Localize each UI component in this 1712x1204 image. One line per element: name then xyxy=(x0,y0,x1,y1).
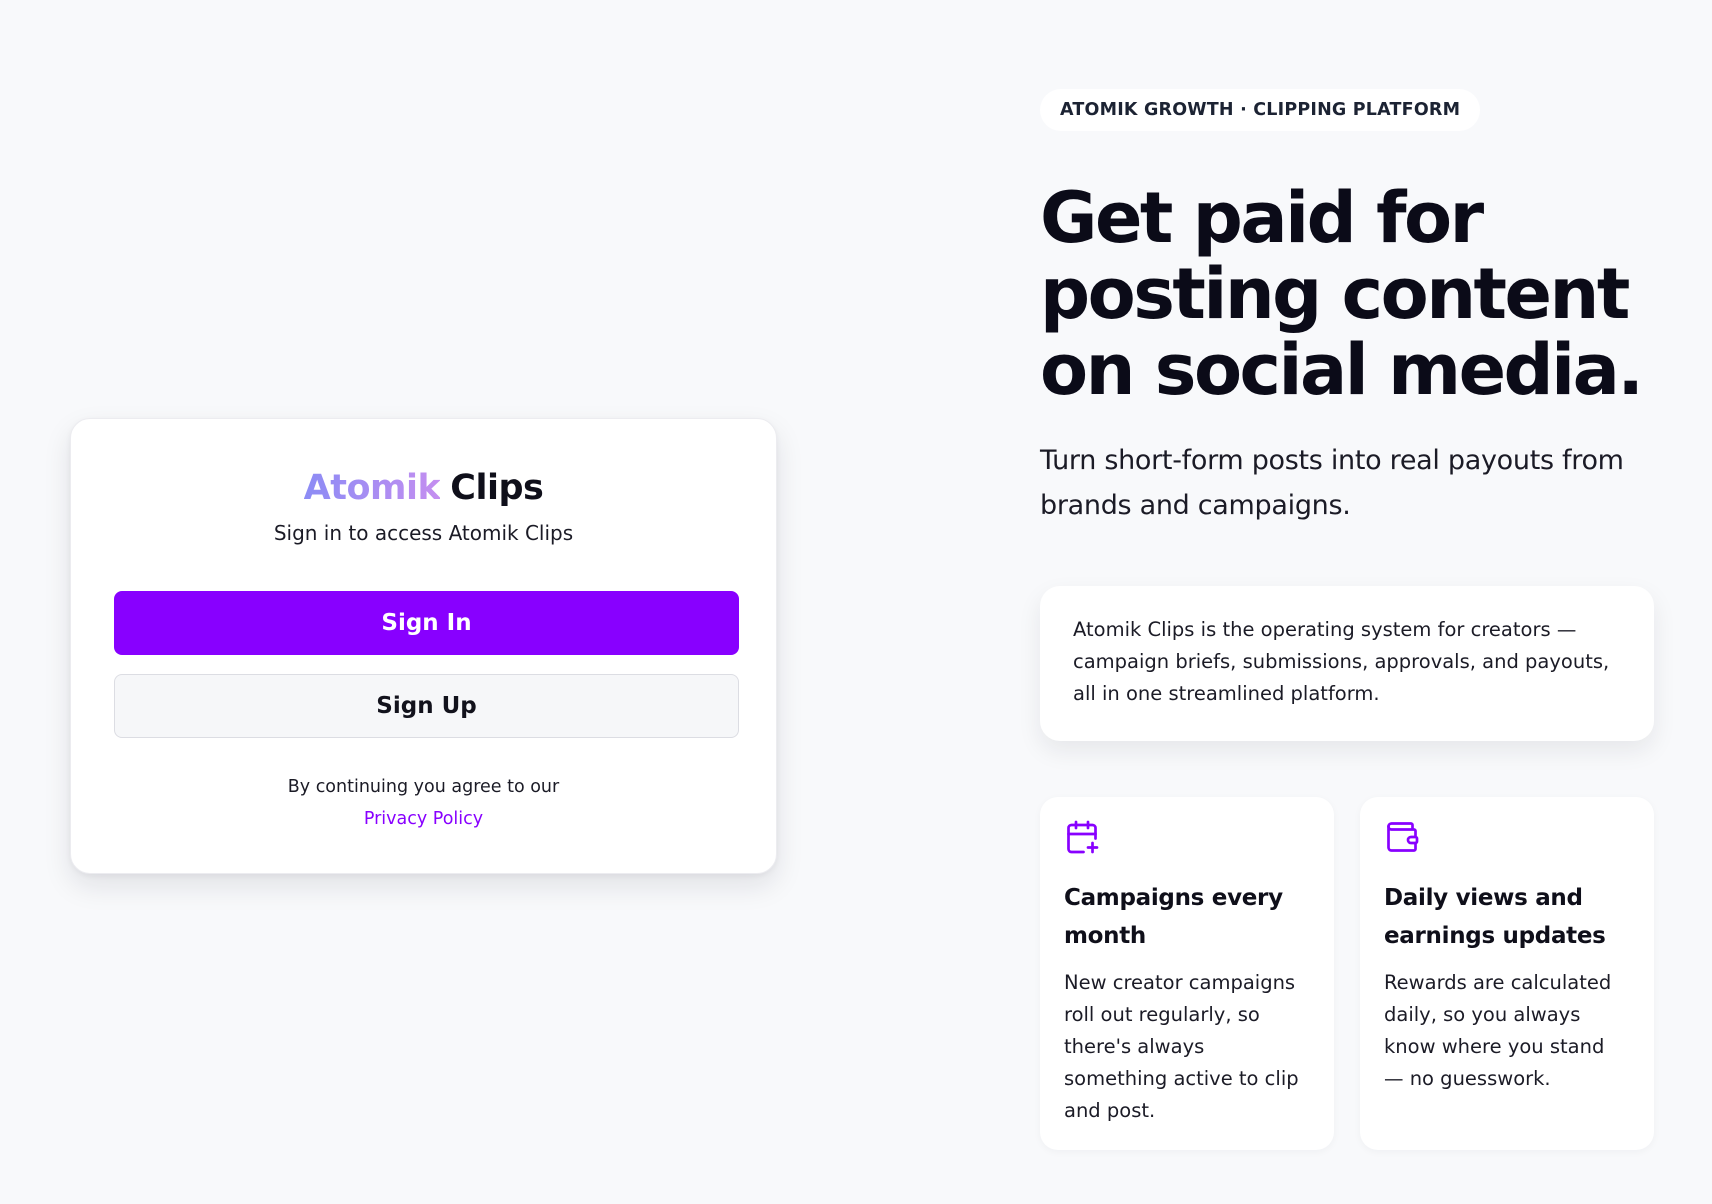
hero-headline: Get paid for posting content on social m… xyxy=(1040,177,1644,411)
feature-title: Campaigns every month xyxy=(1064,885,1283,949)
feature-card-campaigns: Campaigns every month New creator campai… xyxy=(1040,797,1334,1150)
login-card: Atomik Clips Sign in to access Atomik Cli… xyxy=(70,418,777,874)
login-subtitle: Sign in to access Atomik Clips xyxy=(273,521,574,545)
brand-main-text: Clips xyxy=(450,468,544,508)
legal-notice: By continuing you agree to our xyxy=(287,777,560,797)
privacy-policy-link[interactable]: Privacy Policy xyxy=(71,809,776,829)
calendar-plus-icon xyxy=(1067,820,1099,854)
info-card: Atomik Clips is the operating system for… xyxy=(1040,586,1654,741)
feature-description: New creator campaigns roll out regularly… xyxy=(1064,971,1299,1122)
brand-accent-text: Atomik xyxy=(303,468,441,508)
sign-up-button[interactable]: Sign Up xyxy=(114,674,739,738)
brand-logo: Atomik Clips xyxy=(71,465,776,511)
feature-card-earnings: Daily views and earnings updates Rewards… xyxy=(1360,797,1654,1150)
feature-description: Rewards are calculated daily, so you alw… xyxy=(1384,971,1612,1090)
wallet-icon xyxy=(1387,822,1419,852)
tagline-pill: ATOMIK GROWTH · CLIPPING PLATFORM xyxy=(1040,89,1481,131)
feature-title: Daily views and earnings updates xyxy=(1384,885,1606,949)
sign-in-button[interactable]: Sign In xyxy=(114,591,739,655)
hero-subheadline: Turn short-form posts into real payouts … xyxy=(1040,445,1624,521)
